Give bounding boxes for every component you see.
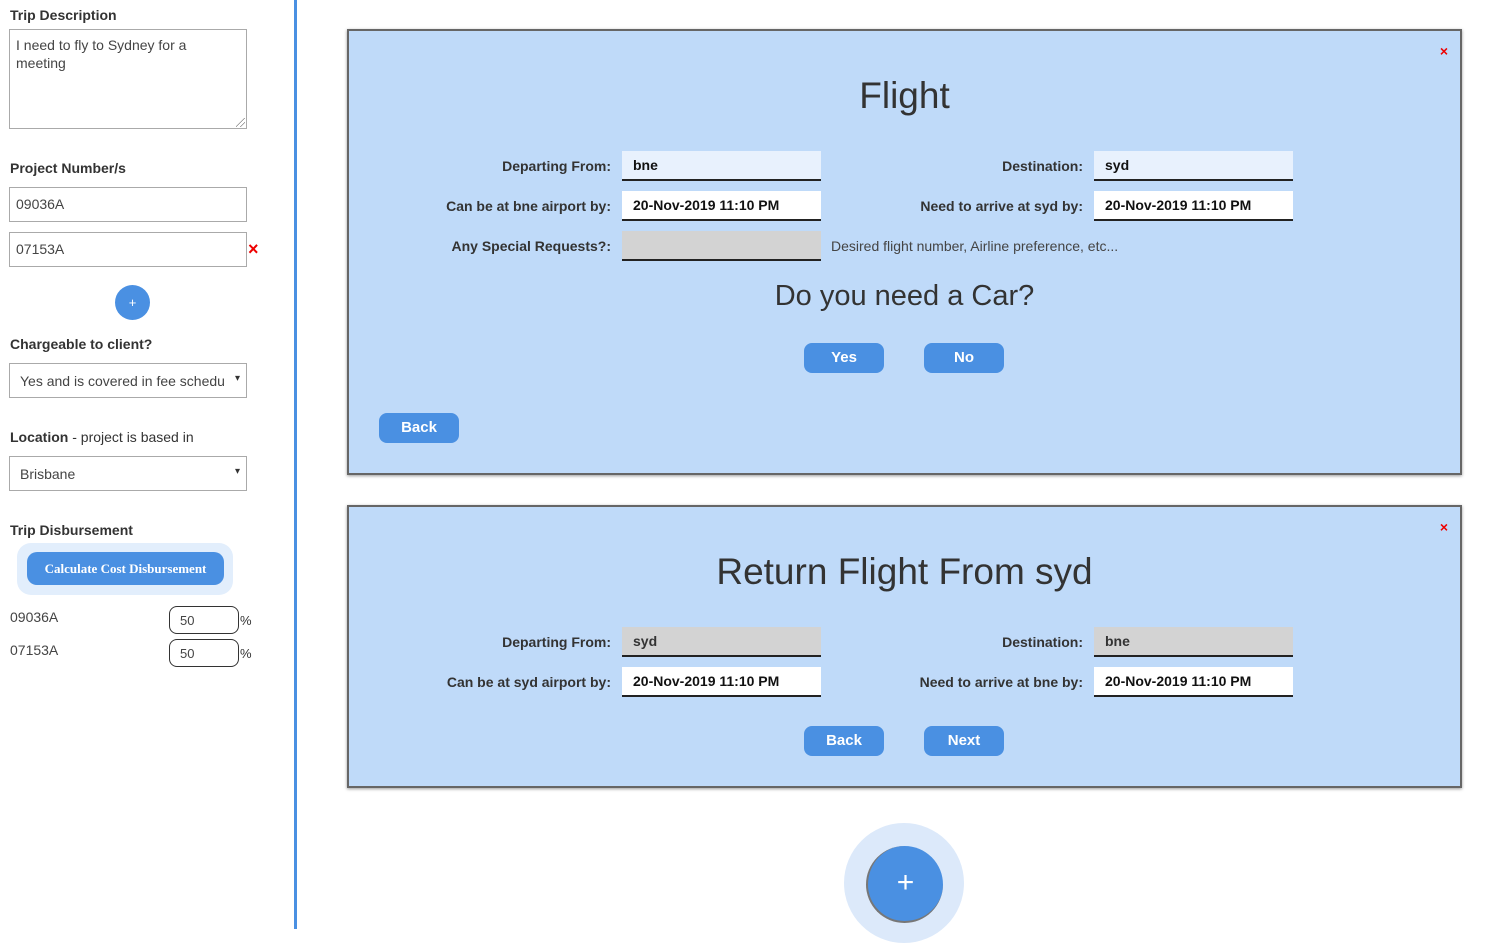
departing-from-input[interactable]: bne xyxy=(622,151,821,181)
disbursement-percent-input-1[interactable]: 50 xyxy=(169,606,239,634)
special-requests-input[interactable] xyxy=(622,231,821,261)
project-number-input-1[interactable]: 09036A xyxy=(9,187,247,222)
close-icon[interactable]: × xyxy=(1440,43,1448,59)
location-select[interactable]: Brisbane ▾ xyxy=(9,456,247,491)
return-destination-label: Destination: xyxy=(1002,634,1083,650)
trip-description-label: Trip Description xyxy=(10,7,117,23)
car-question: Do you need a Car? xyxy=(774,280,1035,312)
flight-panel: × Flight Departing From: bne Destination… xyxy=(347,29,1462,475)
special-requests-hint: Desired flight number, Airline preferenc… xyxy=(831,238,1119,254)
return-departing-from-label: Departing From: xyxy=(502,634,611,650)
percent-sign-1: % xyxy=(240,613,252,628)
location-label: Location - project is based in xyxy=(10,429,194,445)
return-arrive-by-input[interactable]: 20-Nov-2019 11:10 PM xyxy=(1094,667,1293,697)
disbursement-code-2: 07153A xyxy=(10,642,59,658)
resize-grip-icon[interactable] xyxy=(236,118,245,127)
airport-by-input[interactable]: 20-Nov-2019 11:10 PM xyxy=(622,191,821,221)
special-requests-label: Any Special Requests?: xyxy=(451,238,612,254)
trip-disbursement-label: Trip Disbursement xyxy=(10,522,133,538)
disbursement-percent-input-2[interactable]: 50 xyxy=(169,639,239,667)
remove-project-icon[interactable]: × xyxy=(248,240,259,258)
add-leg-button[interactable]: + xyxy=(866,846,943,923)
next-button[interactable]: Next xyxy=(924,726,1004,756)
chargeable-select-value: Yes and is covered in fee schedu xyxy=(20,373,225,389)
percent-sign-2: % xyxy=(240,646,252,661)
flight-title: Flight xyxy=(859,75,950,116)
location-select-value: Brisbane xyxy=(20,466,76,482)
trip-description-input[interactable] xyxy=(9,29,247,129)
chevron-down-icon: ▾ xyxy=(234,466,240,477)
location-label-rest: - project is based in xyxy=(68,429,194,445)
project-number-input-2[interactable]: 07153A xyxy=(9,232,247,267)
return-arrive-by-label: Need to arrive at bne by: xyxy=(919,674,1083,690)
sidebar: Trip Description Project Number/s 09036A… xyxy=(0,0,294,929)
return-flight-panel: × Return Flight From syd Departing From:… xyxy=(347,505,1462,788)
project-numbers-label: Project Number/s xyxy=(10,160,126,176)
return-back-button[interactable]: Back xyxy=(804,726,884,756)
close-icon[interactable]: × xyxy=(1440,519,1448,535)
disbursement-code-1: 09036A xyxy=(10,609,59,625)
return-flight-title: Return Flight From syd xyxy=(716,551,1093,592)
chargeable-label: Chargeable to client? xyxy=(10,336,153,352)
no-button[interactable]: No xyxy=(924,343,1004,373)
return-departing-from-input[interactable]: syd xyxy=(622,627,821,657)
chevron-down-icon: ▾ xyxy=(234,373,240,384)
sidebar-divider xyxy=(294,0,297,929)
airport-by-label: Can be at bne airport by: xyxy=(446,198,611,214)
return-airport-by-input[interactable]: 20-Nov-2019 11:10 PM xyxy=(622,667,821,697)
return-airport-by-label: Can be at syd airport by: xyxy=(446,674,611,690)
calculate-cost-disbursement-button[interactable]: Calculate Cost Disbursement xyxy=(27,552,224,585)
departing-from-label: Departing From: xyxy=(502,158,611,174)
destination-label: Destination: xyxy=(1002,158,1083,174)
arrive-by-label: Need to arrive at syd by: xyxy=(920,198,1083,214)
arrive-by-input[interactable]: 20-Nov-2019 11:10 PM xyxy=(1094,191,1293,221)
return-destination-input[interactable]: bne xyxy=(1094,627,1293,657)
back-button[interactable]: Back xyxy=(379,413,459,443)
destination-input[interactable]: syd xyxy=(1094,151,1293,181)
calculate-button-halo: Calculate Cost Disbursement xyxy=(17,543,233,595)
location-label-bold: Location xyxy=(10,429,69,445)
yes-button[interactable]: Yes xyxy=(804,343,884,373)
add-project-button[interactable]: + xyxy=(115,285,150,320)
chargeable-select[interactable]: Yes and is covered in fee schedu ▾ xyxy=(9,363,247,398)
